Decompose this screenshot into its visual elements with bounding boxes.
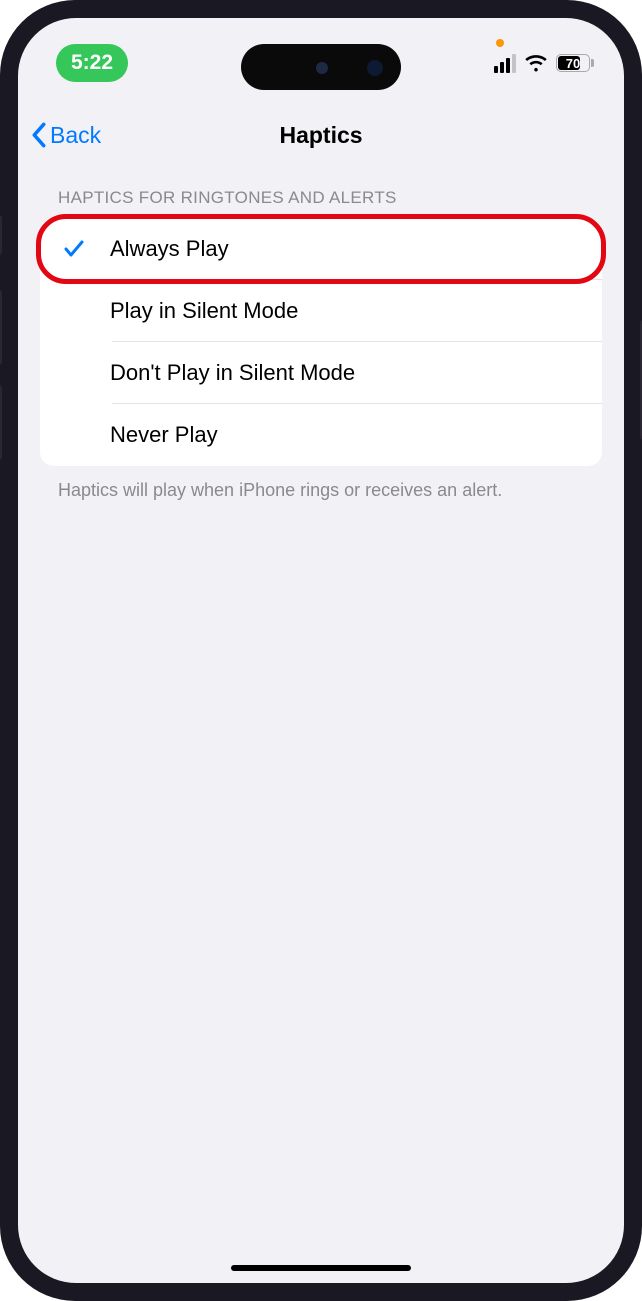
option-play-in-silent-mode[interactable]: Play in Silent Mode [40,280,602,342]
cellular-icon [494,54,516,73]
dynamic-island [241,44,401,90]
option-label: Play in Silent Mode [110,298,298,324]
volume-up-button [0,290,2,365]
back-label: Back [50,122,101,149]
section-footer: Haptics will play when iPhone rings or r… [40,466,602,502]
volume-down-button [0,385,2,460]
nav-bar: Back Haptics [18,108,624,162]
device-frame: 5:22 70 [0,0,642,1301]
side-button [0,215,2,255]
back-button[interactable]: Back [30,122,101,149]
option-label: Always Play [110,236,229,262]
option-label: Don't Play in Silent Mode [110,360,355,386]
chevron-left-icon [30,122,48,148]
status-indicators: 70 [494,51,594,75]
option-label: Never Play [110,422,218,448]
option-always-play[interactable]: Always Play [40,218,602,280]
option-dont-play-in-silent-mode[interactable]: Don't Play in Silent Mode [40,342,602,404]
content-area: HAPTICS FOR RINGTONES AND ALERTS Always … [18,178,624,1283]
time-badge[interactable]: 5:22 [56,44,128,82]
page-title: Haptics [279,122,362,149]
screen: 5:22 70 [18,18,624,1283]
battery-icon: 70 [556,54,594,72]
option-never-play[interactable]: Never Play [40,404,602,466]
privacy-dot-icon [496,39,504,47]
wifi-icon [524,51,548,75]
home-indicator[interactable] [231,1265,411,1271]
section-header: HAPTICS FOR RINGTONES AND ALERTS [40,178,602,218]
checkmark-icon [62,237,86,261]
battery-pct: 70 [566,56,580,71]
options-list: Always Play Play in Silent Mode [40,218,602,466]
